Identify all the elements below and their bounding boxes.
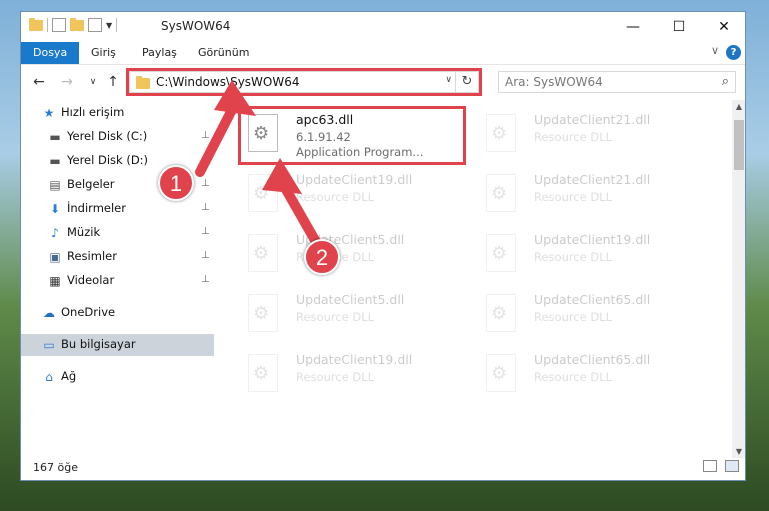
arrow-1-shaft <box>195 97 241 177</box>
arrow-2-head <box>262 158 302 194</box>
callout-2: 2 <box>304 239 340 275</box>
annotation-arrows <box>195 80 321 247</box>
callout-1: 1 <box>158 165 194 201</box>
arrow-2-shaft <box>279 181 321 247</box>
arrow-1-head <box>214 80 256 116</box>
